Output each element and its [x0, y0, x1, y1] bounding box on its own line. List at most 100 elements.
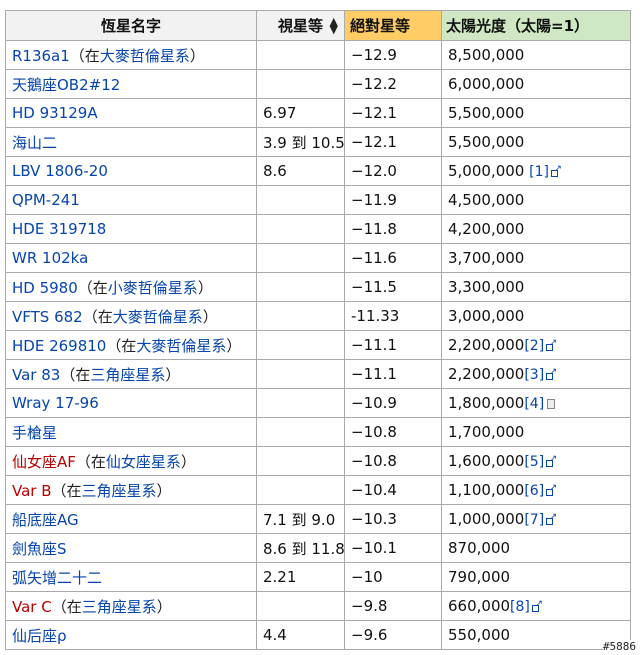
apparent-magnitude-cell [256, 214, 345, 244]
luminosity-cell: 5,000,000 [1] ↗ [441, 156, 631, 186]
apparent-magnitude-cell: 8.6 到 11.8 [256, 533, 345, 563]
table-row: 仙后座ρ 4.4 −9.6 550,000 [5, 620, 631, 650]
star-name-cell: VFTS 682（在大麥哲倫星系） [5, 301, 257, 331]
star-name-cell: Wray 17-96 [5, 388, 257, 418]
apparent-magnitude-cell [256, 359, 345, 389]
star-name-cell: HDE 269810（在大麥哲倫星系） [5, 330, 257, 360]
header-apparent-magnitude[interactable]: 視星等 ▲ ▼ [256, 10, 345, 41]
absolute-magnitude-cell: −12.2 [344, 69, 442, 99]
table-row: R136a1（在大麥哲倫星系） −12.9 8,500,000 [5, 40, 631, 70]
apparent-magnitude-cell [256, 330, 345, 360]
galaxy-note-suffix: ） [197, 278, 213, 297]
luminosity-value: 4,200,000 [448, 220, 525, 238]
star-name-link[interactable]: Var C [12, 598, 52, 616]
reference-link[interactable]: [2] [524, 338, 544, 354]
star-name-link[interactable]: 仙后座ρ [12, 627, 67, 645]
apparent-magnitude-cell [256, 301, 345, 331]
galaxy-link[interactable]: 大麥哲倫星系 [113, 308, 203, 326]
table-row: QPM-241 −11.9 4,500,000 [5, 185, 631, 215]
star-name-link[interactable]: 天鵝座OB2#12 [12, 76, 120, 94]
absolute-magnitude-cell: −12.1 [344, 98, 442, 128]
galaxy-link[interactable]: 三角座星系 [90, 366, 165, 384]
galaxy-link[interactable]: 三角座星系 [82, 482, 157, 500]
galaxy-link[interactable]: 大麥哲倫星系 [100, 47, 190, 65]
luminosity-value: 5,500,000 [448, 104, 525, 122]
luminosity-value: 2,200,000 [448, 336, 525, 354]
star-name-link[interactable]: 仙女座AF [12, 453, 76, 471]
apparent-magnitude-cell [256, 69, 345, 99]
apparent-magnitude-cell [256, 475, 345, 505]
table-row: 船底座AG 7.1 到 9.0 −10.3 1,000,000[7] ↗ [5, 504, 631, 534]
reference-link[interactable]: [4] [524, 396, 544, 412]
star-name-cell: 天鵝座OB2#12 [5, 69, 257, 99]
luminosity-cell: 4,500,000 [441, 185, 631, 215]
galaxy-note: （在三角座星系） [60, 366, 180, 384]
document-icon [547, 399, 556, 409]
galaxy-note: （在仙女座星系） [76, 453, 196, 471]
luminosity-value: 870,000 [448, 539, 511, 557]
absolute-magnitude-cell: −10.8 [344, 446, 442, 476]
star-name-cell: QPM-241 [5, 185, 257, 215]
apparent-magnitude-cell: 6.97 [256, 98, 345, 128]
table-row: 海山二 3.9 到 10.5 −12.1 5,500,000 [5, 127, 631, 157]
star-name-link[interactable]: Var B [12, 482, 52, 500]
reference-link[interactable]: [3] [524, 367, 544, 383]
star-name-link[interactable]: R136a1 [12, 47, 70, 65]
galaxy-note: （在小麥哲倫星系） [78, 279, 213, 297]
star-name-cell: HD 93129A [5, 98, 257, 128]
table-row: Wray 17-96 −10.9 1,800,000[4] [5, 388, 631, 418]
galaxy-link[interactable]: 小麥哲倫星系 [108, 279, 198, 297]
luminosity-cell: 1,700,000 [441, 417, 631, 447]
galaxy-link[interactable]: 大麥哲倫星系 [136, 337, 226, 355]
star-name-link[interactable]: Var 83 [12, 366, 60, 384]
luminosity-cell: 8,500,000 [441, 40, 631, 70]
reference-link[interactable]: [1] [529, 164, 549, 180]
star-name-link[interactable]: LBV 1806-20 [12, 162, 108, 180]
luminosity-cell: 6,000,000 [441, 69, 631, 99]
star-name-link[interactable]: WR 102ka [12, 249, 88, 267]
star-name-cell: WR 102ka [5, 243, 257, 273]
table-row: HD 5980（在小麥哲倫星系） −11.5 3,300,000 [5, 272, 631, 302]
table-row: HDE 319718 −11.8 4,200,000 [5, 214, 631, 244]
sort-icon[interactable]: ▲ ▼ [330, 16, 338, 35]
luminosity-value: 1,800,000 [448, 394, 525, 412]
apparent-magnitude-cell [256, 417, 345, 447]
reference-link[interactable]: [5] [524, 454, 544, 470]
galaxy-note-prefix: （在 [51, 597, 82, 616]
star-name-link[interactable]: 海山二 [12, 134, 57, 152]
star-name-cell: HD 5980（在小麥哲倫星系） [5, 272, 257, 302]
luminosity-value: 550,000 [448, 626, 511, 644]
galaxy-link[interactable]: 三角座星系 [82, 598, 157, 616]
header-name: 恆星名字 [5, 10, 257, 41]
luminosity-cell: 1,600,000[5] ↗ [441, 446, 631, 476]
luminosity-cell: 5,500,000 [441, 127, 631, 157]
star-name-link[interactable]: 弧矢增二十二 [12, 569, 102, 587]
luminosity-cell: 5,500,000 [441, 98, 631, 128]
galaxy-note-prefix: （在 [75, 452, 106, 471]
star-name-link[interactable]: 劍魚座S [12, 540, 67, 558]
star-name-link[interactable]: HDE 319718 [12, 220, 106, 238]
galaxy-note-prefix: （在 [82, 307, 113, 326]
star-name-link[interactable]: HDE 269810 [12, 337, 106, 355]
apparent-magnitude-cell [256, 40, 345, 70]
star-name-cell: 劍魚座S [5, 533, 257, 563]
luminosity-value: 3,700,000 [448, 249, 525, 267]
star-name-cell: Var 83（在三角座星系） [5, 359, 257, 389]
reference-link[interactable]: [8] [510, 599, 530, 615]
reference-link[interactable]: [7] [524, 512, 544, 528]
absolute-magnitude-cell: −12.9 [344, 40, 442, 70]
table-row: HD 93129A 6.97 −12.1 5,500,000 [5, 98, 631, 128]
star-name-cell: Var C（在三角座星系） [5, 591, 257, 621]
star-name-link[interactable]: VFTS 682 [12, 308, 83, 326]
apparent-magnitude-cell [256, 272, 345, 302]
reference-link[interactable]: [6] [524, 483, 544, 499]
star-name-link[interactable]: Wray 17-96 [12, 394, 99, 412]
star-name-link[interactable]: HD 93129A [12, 104, 98, 122]
galaxy-link[interactable]: 仙女座星系 [106, 453, 181, 471]
star-name-link[interactable]: HD 5980 [12, 279, 78, 297]
luminosity-cell: 4,200,000 [441, 214, 631, 244]
star-name-link[interactable]: 船底座AG [12, 511, 79, 529]
star-name-link[interactable]: 手槍星 [12, 424, 57, 442]
apparent-magnitude-cell: 7.1 到 9.0 [256, 504, 345, 534]
star-name-link[interactable]: QPM-241 [12, 191, 80, 209]
